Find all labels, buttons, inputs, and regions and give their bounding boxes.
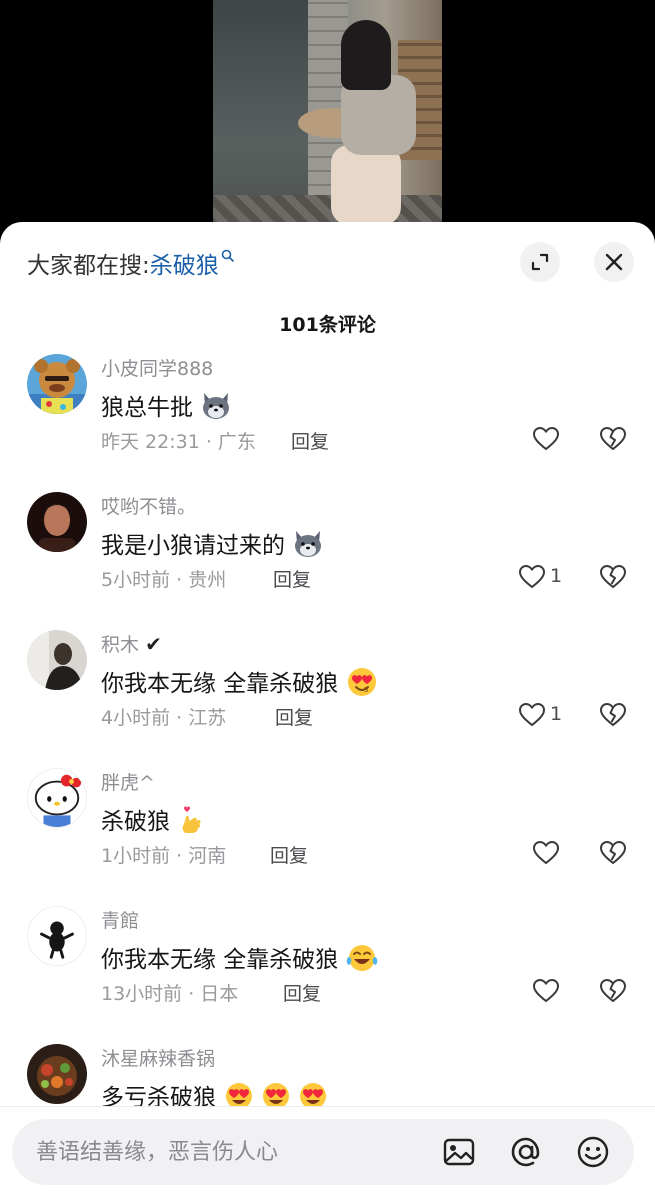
broken-heart-icon xyxy=(599,702,627,727)
reply-button[interactable]: 回复 xyxy=(270,841,308,868)
reply-button[interactable]: 回复 xyxy=(283,979,321,1006)
image-icon[interactable] xyxy=(442,1135,476,1169)
close-button[interactable] xyxy=(594,242,634,282)
comment-text: 你我本无缘 全靠杀破狼 3 xyxy=(101,664,378,703)
dislike-button[interactable] xyxy=(599,701,627,729)
comment-input-container[interactable] xyxy=(12,1119,634,1185)
comment-meta: 13小时前 · 日本 xyxy=(101,983,239,1005)
like-button[interactable] xyxy=(532,839,560,867)
comment-meta: 4小时前 · 江苏 xyxy=(101,707,227,729)
expand-button[interactable] xyxy=(520,242,560,282)
like-button[interactable] xyxy=(518,701,546,729)
avatar[interactable] xyxy=(27,1044,87,1104)
comment-username[interactable]: 小皮同学888 xyxy=(101,354,213,381)
dislike-button[interactable] xyxy=(599,839,627,867)
dislike-button[interactable] xyxy=(599,563,627,591)
comment-item: 积木 ✔ 你我本无缘 全靠杀破狼 3 4小时前 · 江苏 回复 1 xyxy=(0,630,655,768)
comment-text-content: 狼总牛批 xyxy=(101,395,193,421)
avatar[interactable] xyxy=(27,768,87,828)
comment-text-content: 我是小狼请过来的 xyxy=(101,533,285,559)
search-icon xyxy=(221,247,234,266)
dislike-button[interactable] xyxy=(599,977,627,1005)
comment-text: 你我本无缘 全靠杀破狼 xyxy=(101,940,378,979)
avatar[interactable] xyxy=(27,354,87,414)
comment-item: 哎哟不错。 我是小狼请过来的 5小时前 · 贵州 回复 1 xyxy=(0,492,655,630)
finger-heart-emoji-icon xyxy=(177,805,205,841)
comment-username[interactable]: 沐星麻辣香锅 xyxy=(101,1044,215,1071)
comment-text: 杀破狼 xyxy=(101,802,205,841)
comment-item: 小皮同学888 狼总牛批 昨天 22:31 · 广东 回复 xyxy=(0,354,655,492)
heart-icon xyxy=(532,978,560,1003)
comment-text-content: 你我本无缘 全靠杀破狼 xyxy=(101,947,339,973)
avatar[interactable] xyxy=(27,492,87,552)
comment-username[interactable]: 积木 ✔ xyxy=(101,630,162,657)
video-player[interactable] xyxy=(0,0,655,250)
laugh-cry-emoji-icon xyxy=(346,943,378,979)
comment-input[interactable] xyxy=(34,1131,418,1173)
comment-input-bar xyxy=(0,1106,655,1201)
comment-text-content: 杀破狼 xyxy=(101,809,170,835)
broken-heart-icon xyxy=(599,978,627,1003)
search-prefix: 大家都在搜: xyxy=(27,253,150,279)
close-icon xyxy=(605,253,623,271)
avatar[interactable] xyxy=(27,630,87,690)
reply-button[interactable]: 回复 xyxy=(273,565,311,592)
svg-text:3: 3 xyxy=(364,686,368,694)
avatar[interactable] xyxy=(27,906,87,966)
comment-username-text: 积木 xyxy=(101,634,140,656)
like-button[interactable] xyxy=(532,977,560,1005)
comment-username[interactable]: 胖虎^ xyxy=(101,768,155,795)
like-button[interactable] xyxy=(518,563,546,591)
heart-icon xyxy=(518,564,546,589)
video-figure-hair xyxy=(341,20,391,90)
comment-text: 我是小狼请过来的 xyxy=(101,526,324,565)
comment-count-title: 101条评论 xyxy=(279,314,376,336)
comment-text-content: 你我本无缘 全靠杀破狼 xyxy=(101,671,339,697)
smiley-icon[interactable] xyxy=(576,1135,610,1169)
comment-username[interactable]: 青館 xyxy=(101,906,139,933)
heart-eyes-emoji-icon: 3 xyxy=(346,667,378,703)
at-icon[interactable] xyxy=(509,1135,543,1169)
dislike-button[interactable] xyxy=(599,425,627,453)
comment-item: 青館 你我本无缘 全靠杀破狼 13小时前 · 日本 回复 xyxy=(0,906,655,1044)
like-count: 1 xyxy=(550,565,563,587)
video-frame[interactable] xyxy=(213,0,442,240)
wolf-emoji-icon xyxy=(292,529,324,565)
heart-icon xyxy=(532,840,560,865)
broken-heart-icon xyxy=(599,426,627,451)
heart-icon xyxy=(532,426,560,451)
comment-sheet: 大家都在搜: 杀破狼 101条评论 小皮同学888 狼总牛批 昨天 22:31 … xyxy=(0,222,655,1200)
comment-username[interactable]: 哎哟不错。 xyxy=(101,492,196,519)
broken-heart-icon xyxy=(599,840,627,865)
comment-item: 胖虎^ 杀破狼 1小时前 · 河南 回复 xyxy=(0,768,655,906)
like-count: 1 xyxy=(550,703,563,725)
video-figure-legs xyxy=(331,145,401,225)
broken-heart-icon xyxy=(599,564,627,589)
comment-meta: 昨天 22:31 · 广东 xyxy=(101,431,256,453)
comment-text: 狼总牛批 xyxy=(101,388,232,427)
verified-check-icon: ✔ xyxy=(145,632,162,656)
like-button[interactable] xyxy=(532,425,560,453)
wolf-emoji-icon xyxy=(200,391,232,427)
trending-search[interactable]: 大家都在搜: 杀破狼 xyxy=(27,246,234,280)
comment-meta: 1小时前 · 河南 xyxy=(101,845,227,867)
expand-icon xyxy=(531,253,549,271)
reply-button[interactable]: 回复 xyxy=(291,427,329,454)
heart-icon xyxy=(518,702,546,727)
comment-meta: 5小时前 · 贵州 xyxy=(101,569,227,591)
reply-button[interactable]: 回复 xyxy=(275,703,313,730)
search-term-link[interactable]: 杀破狼 xyxy=(150,246,219,280)
